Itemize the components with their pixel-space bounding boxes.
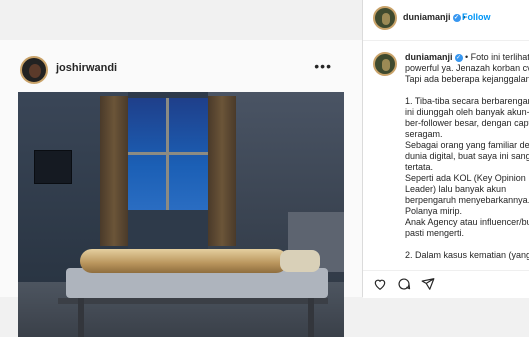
photo-bed-leg xyxy=(78,298,84,337)
caption-line: Seperti ada KOL (Key Opinion xyxy=(405,173,526,183)
photo-window-frame-vertical xyxy=(166,98,169,210)
caption-author-handle[interactable]: duniamanji xyxy=(405,52,453,62)
photo-curtain-right xyxy=(208,96,236,246)
more-icon[interactable]: ••• xyxy=(314,58,332,74)
caption-line: powerful ya. Jenazah korban cvd. xyxy=(405,63,529,73)
caption-first-line: duniamanji ✓ • Foto ini terlihat xyxy=(405,52,529,63)
caption-line: Foto ini terlihat xyxy=(470,52,529,62)
caption-line: 2. Dalam kasus kematian (yang xyxy=(405,250,529,260)
photo-bed-leg xyxy=(308,298,314,337)
photo-bed-rail xyxy=(58,298,328,304)
comment-icon[interactable] xyxy=(397,277,411,291)
photo-curtain-left xyxy=(100,96,128,246)
post-author-username[interactable]: joshirwandi xyxy=(56,62,117,74)
caption-text: duniamanji ✓ • Foto ini terlihat powerful… xyxy=(405,52,529,261)
caption-line: seragam. xyxy=(405,129,443,139)
caption-line: 1. Tiba-tiba secara berbarengan f xyxy=(405,96,529,106)
avatar-face xyxy=(29,64,41,78)
share-icon[interactable] xyxy=(421,277,435,291)
caption-line: Polanya mirip. xyxy=(405,206,463,216)
photo-wrapped-body xyxy=(80,249,288,273)
account-avatar[interactable] xyxy=(373,6,397,30)
caption-line: ini diunggah oleh banyak akun-a xyxy=(405,107,529,117)
caption-line: pasti mengerti. xyxy=(405,228,465,238)
heart-icon[interactable] xyxy=(373,277,387,291)
post-header: joshirwandi ••• xyxy=(20,56,342,86)
caption-line: Anak Agency atau influencer/buz xyxy=(405,217,529,227)
post-photo xyxy=(18,92,344,337)
follow-button[interactable]: Follow xyxy=(462,12,491,22)
caption-line: dunia digital, buat saya ini sangat xyxy=(405,151,529,161)
caption-line: Tapi ada beberapa kejanggalan. xyxy=(405,74,529,84)
caption-panel: duniamanji ✓ • Follow duniamanji ✓ • Foto i… xyxy=(362,0,529,298)
caption-line: tertata. xyxy=(405,162,434,172)
reposted-post: joshirwandi ••• xyxy=(0,40,362,337)
panel-header: duniamanji ✓ • Follow xyxy=(363,0,529,41)
caption-line: Leader) lalu banyak akun xyxy=(405,184,507,194)
action-bar xyxy=(363,270,529,298)
caption-line: berpengaruh menyebarkannya. xyxy=(405,195,529,205)
avatar-figure xyxy=(382,13,390,25)
photo-pillow xyxy=(280,250,320,272)
caption-line: Sebagai orang yang familiar deng xyxy=(405,140,529,150)
account-handle-text[interactable]: duniamanji xyxy=(403,12,451,22)
avatar-figure xyxy=(382,59,390,71)
verified-icon: ✓ xyxy=(452,13,461,22)
photo-tv xyxy=(34,150,72,184)
caption-line: ber-follower besar, dengan captio xyxy=(405,118,529,128)
separator-dot: • xyxy=(462,52,471,62)
account-handle[interactable]: duniamanji ✓ • xyxy=(403,12,468,22)
verified-icon: ✓ xyxy=(454,53,463,62)
post-author-avatar[interactable] xyxy=(20,56,48,84)
caption-author-avatar[interactable] xyxy=(373,52,397,76)
